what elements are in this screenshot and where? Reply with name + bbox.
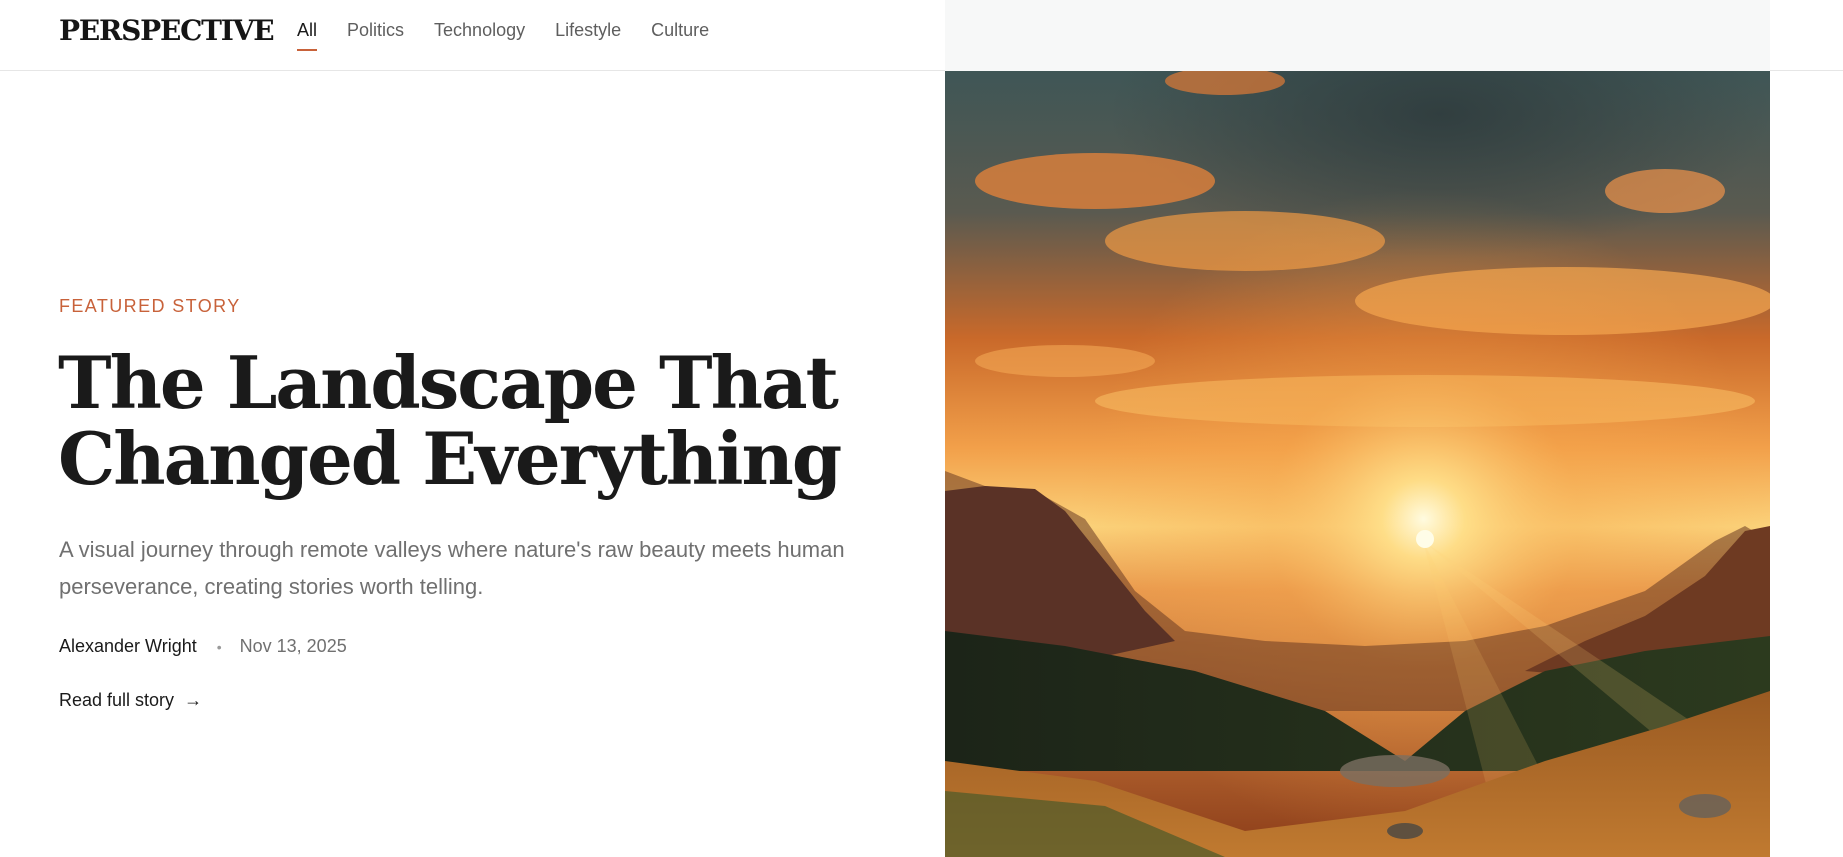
nav-item-culture[interactable]: Culture <box>651 14 709 46</box>
byline-separator: • <box>216 638 222 655</box>
featured-kicker: FEATURED STORY <box>59 296 241 316</box>
category-nav: All Politics Technology Lifestyle Cultur… <box>297 14 739 51</box>
author-name: Alexander Wright <box>59 636 197 656</box>
hero-image[interactable] <box>945 0 1770 857</box>
article-summary: A visual journey through remote valleys … <box>59 537 845 599</box>
page: PERSPECTIVE All Politics Technology Life… <box>0 0 1843 857</box>
headline-line-2: Changed Everything <box>58 416 842 501</box>
nav-item-politics[interactable]: Politics <box>347 14 404 46</box>
arrow-right-icon: → <box>184 690 203 710</box>
article-headline[interactable]: The Landscape That Changed Everything <box>58 345 918 497</box>
read-full-story-link[interactable]: Read full story → <box>59 690 202 711</box>
headline-line-1: The Landscape That <box>58 340 839 425</box>
sunset-valley-photo <box>945 71 1770 857</box>
site-logo[interactable]: PERSPECTIVE <box>59 11 275 51</box>
read-more-label: Read full story <box>59 690 175 710</box>
publish-date: Nov 13, 2025 <box>239 636 347 656</box>
nav-item-technology[interactable]: Technology <box>434 14 525 46</box>
nav-item-all[interactable]: All <box>297 14 318 51</box>
article-byline: Alexander Wright • Nov 13, 2025 <box>59 636 347 657</box>
hero-image-top-band <box>945 0 1770 71</box>
nav-item-lifestyle[interactable]: Lifestyle <box>555 14 621 46</box>
